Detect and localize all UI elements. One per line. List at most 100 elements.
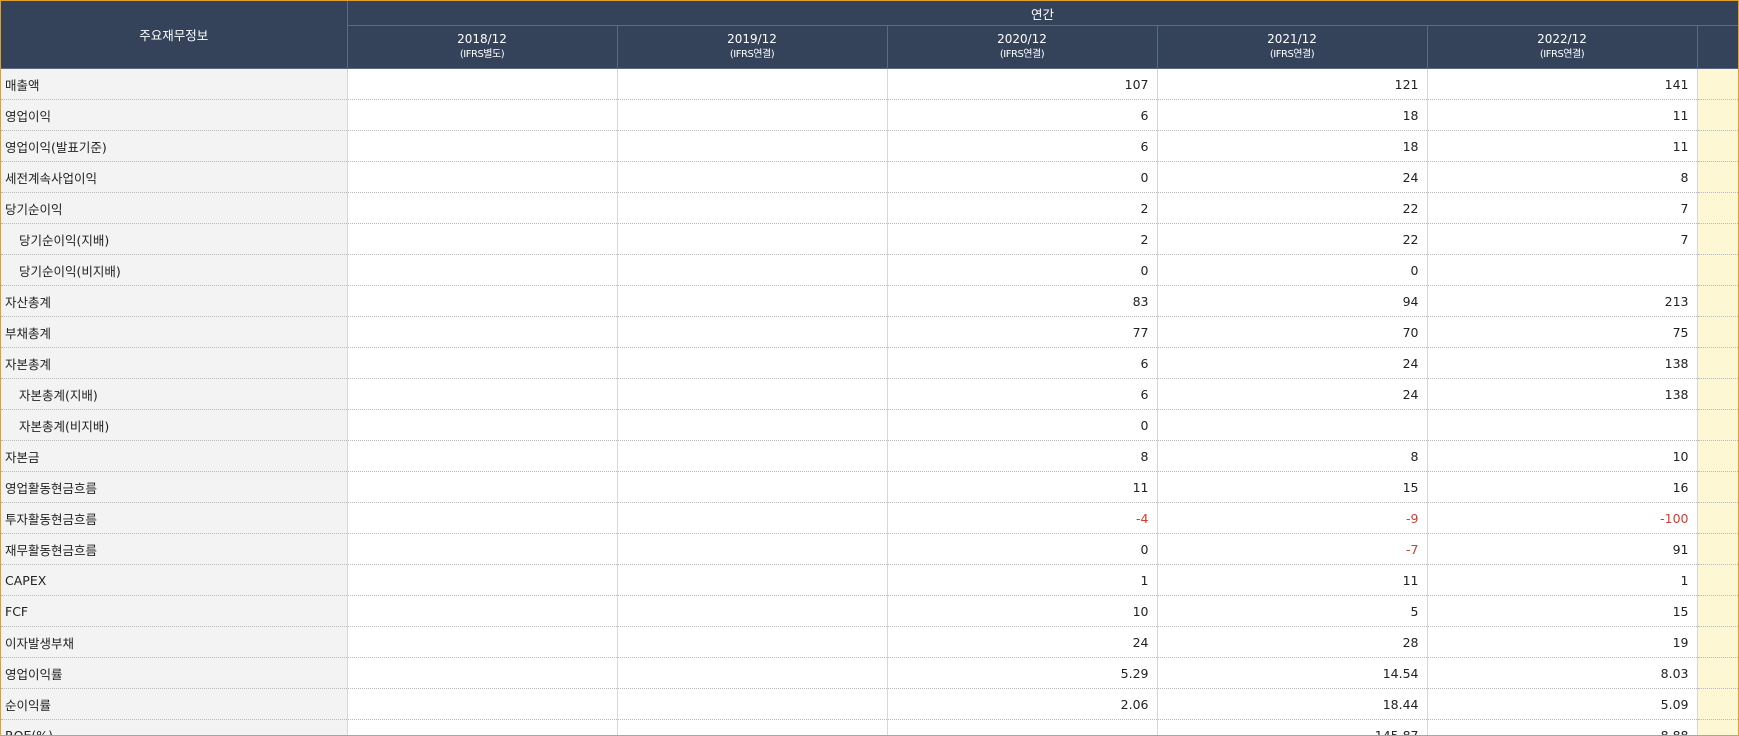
column-year: 2019/12 — [727, 32, 777, 46]
table-cell: 11 — [1157, 564, 1428, 596]
row-label: 자본금 — [1, 440, 348, 472]
table-cell — [617, 502, 888, 534]
table-cell — [617, 99, 888, 131]
row-label: FCF — [1, 595, 348, 627]
extra-column-cell — [1697, 409, 1738, 441]
table-cell: 22 — [1157, 223, 1428, 255]
table-cell — [347, 285, 618, 317]
column-header-4: 2022/12 (IFRS연결) — [1427, 25, 1698, 69]
table-cell — [347, 440, 618, 472]
table-cell — [617, 285, 888, 317]
table-cell: 10 — [887, 595, 1158, 627]
table-cell — [347, 316, 618, 348]
table-cell: 5 — [1157, 595, 1428, 627]
table-cell: 11 — [887, 471, 1158, 503]
table-cell: 18.44 — [1157, 688, 1428, 720]
table-cell: 94 — [1157, 285, 1428, 317]
table-row: 당기순이익 2 22 7 — [1, 192, 1738, 224]
row-label: 자본총계(지배) — [1, 378, 348, 410]
table-row: 영업이익률 5.29 14.54 8.03 — [1, 657, 1738, 689]
table-cell — [617, 378, 888, 410]
table-cell: 6 — [887, 378, 1158, 410]
row-label: ROE(%) — [1, 719, 348, 735]
table-cell — [347, 130, 618, 162]
table-row: 이자발생부채 24 28 19 — [1, 626, 1738, 658]
row-label: 영업이익(발표기준) — [1, 130, 348, 162]
table-cell — [347, 223, 618, 255]
extra-column-cell — [1697, 192, 1738, 224]
financial-summary-frame: 주요재무정보 연간 2018/12 (IFRS별도) 2019/12 (IFRS연결)… — [0, 0, 1739, 736]
table-cell: 1 — [1427, 564, 1698, 596]
column-basis: (IFRS연결) — [729, 49, 775, 60]
extra-column-cell — [1697, 316, 1738, 348]
table-cell — [347, 378, 618, 410]
table-cell — [347, 502, 618, 534]
column-year: 2020/12 — [997, 32, 1047, 46]
table-cell: -9 — [1157, 502, 1428, 534]
column-header-3: 2021/12 (IFRS연결) — [1157, 25, 1428, 69]
table-cell — [617, 409, 888, 441]
table-cell: 0 — [887, 533, 1158, 565]
table-row: FCF 10 5 15 — [1, 595, 1738, 627]
column-basis: (IFRS연결) — [1539, 49, 1585, 60]
extra-column-cell — [1697, 68, 1738, 100]
table-cell: 7 — [1427, 192, 1698, 224]
table-cell — [347, 161, 618, 193]
extra-column-cell — [1697, 688, 1738, 720]
table-cell: 24 — [887, 626, 1158, 658]
table-cell: 145.87 — [1157, 719, 1428, 735]
table-row: 부채총계 77 70 75 — [1, 316, 1738, 348]
extra-column-cell — [1697, 223, 1738, 255]
table-cell — [617, 595, 888, 627]
table-cell — [617, 254, 888, 286]
table-cell — [347, 254, 618, 286]
table-row: 자본총계(지배) 6 24 138 — [1, 378, 1738, 410]
table-cell: 83 — [887, 285, 1158, 317]
row-label: 자산총계 — [1, 285, 348, 317]
extra-column-cell — [1697, 378, 1738, 410]
table-cell: 0 — [1157, 254, 1428, 286]
column-year: 2021/12 — [1267, 32, 1317, 46]
row-label: 영업이익률 — [1, 657, 348, 689]
table-cell: 5.29 — [887, 657, 1158, 689]
extra-column-cell — [1697, 564, 1738, 596]
table-cell: -4 — [887, 502, 1158, 534]
table-cell — [617, 192, 888, 224]
table-cell: 141 — [1427, 68, 1698, 100]
extra-column-cell — [1697, 595, 1738, 627]
table-cell — [617, 347, 888, 379]
corner-header: 주요재무정보 — [1, 1, 348, 69]
table-cell — [347, 564, 618, 596]
extra-column-cell — [1697, 440, 1738, 472]
table-cell: -100 — [1427, 502, 1698, 534]
table-cell: 24 — [1157, 378, 1428, 410]
table-row: 당기순이익(지배) 2 22 7 — [1, 223, 1738, 255]
table-cell — [347, 192, 618, 224]
table-row: 자본금 8 8 10 — [1, 440, 1738, 472]
table-row: 투자활동현금흐름 -4 -9 -100 — [1, 502, 1738, 534]
table-row: CAPEX 1 11 1 — [1, 564, 1738, 596]
extra-column-cell — [1697, 254, 1738, 286]
extra-column-cell — [1697, 471, 1738, 503]
table-cell: 2.06 — [887, 688, 1158, 720]
table-row: 영업이익 6 18 11 — [1, 99, 1738, 131]
table-cell: 8 — [887, 440, 1158, 472]
table-cell: 91 — [1427, 533, 1698, 565]
table-cell: 15 — [1427, 595, 1698, 627]
column-header-0: 2018/12 (IFRS별도) — [347, 25, 618, 69]
table-cell — [347, 347, 618, 379]
column-header-2: 2020/12 (IFRS연결) — [887, 25, 1158, 69]
table-cell — [617, 161, 888, 193]
table-cell: 6 — [887, 99, 1158, 131]
table-cell: 19 — [1427, 626, 1698, 658]
table-cell: 138 — [1427, 378, 1698, 410]
table-cell — [617, 471, 888, 503]
extra-column-cell — [1697, 626, 1738, 658]
table-cell: 28 — [1157, 626, 1428, 658]
extra-column-cell — [1697, 285, 1738, 317]
table-row: ROE(%) 145.87 8.88 — [1, 719, 1738, 735]
table-cell — [347, 409, 618, 441]
extra-column-cell — [1697, 657, 1738, 689]
table-cell — [347, 533, 618, 565]
row-label: 당기순이익 — [1, 192, 348, 224]
